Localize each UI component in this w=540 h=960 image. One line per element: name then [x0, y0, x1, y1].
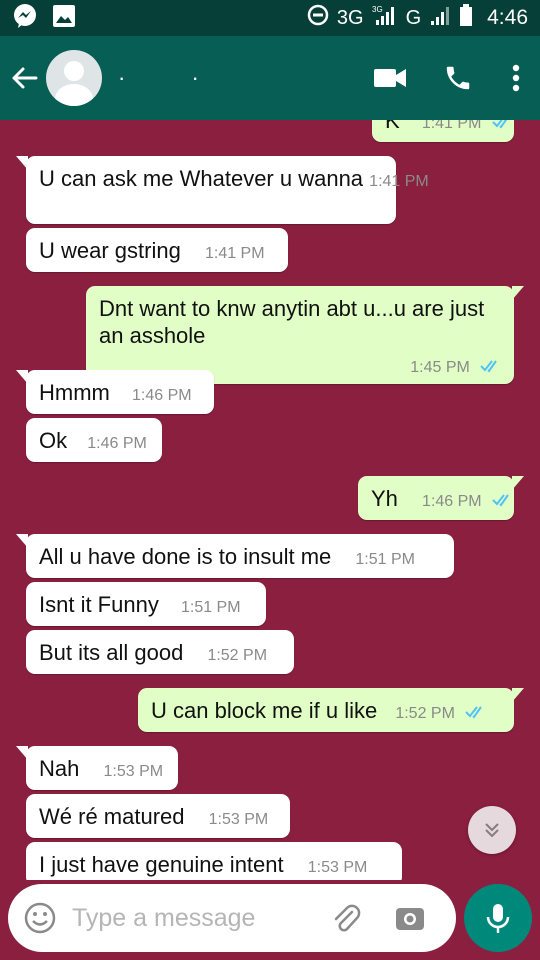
message-text: But its all good [39, 640, 184, 665]
message-in[interactable]: Ok 1:46 PM [26, 418, 162, 462]
message-time: 1:45 PM [410, 359, 470, 376]
message-time: 1:41 PM [204, 245, 265, 262]
message-text: All u have done is to insult me [39, 544, 332, 569]
message-time: 1:53 PM [307, 859, 368, 876]
avatar[interactable] [46, 50, 102, 106]
message-composer [8, 884, 456, 952]
message-text: I just have genuine intent [39, 852, 284, 877]
message-in[interactable]: But its all good 1:52 PM [26, 630, 294, 674]
message-in[interactable]: Nah 1:53 PM [16, 746, 178, 790]
attach-button[interactable] [328, 900, 364, 936]
video-call-button[interactable] [356, 36, 424, 120]
message-time: 1:52 PM [395, 705, 455, 722]
more-options-button[interactable] [492, 36, 540, 120]
messenger-icon [12, 3, 38, 34]
double-check-icon [492, 494, 509, 507]
message-text: Nah [39, 756, 80, 781]
message-text: Dnt want to knw anytin abt u...u are jus… [99, 296, 485, 348]
message-time: 1:53 PM [208, 811, 269, 828]
battery-icon [459, 4, 473, 32]
message-time: 1:51 PM [355, 551, 415, 568]
message-text: Hmmm [39, 380, 110, 405]
back-arrow-icon [12, 67, 38, 89]
voice-message-button[interactable] [464, 884, 532, 952]
network-type-2: G [405, 6, 422, 29]
svg-text:3G: 3G [372, 5, 383, 14]
double-check-icon [491, 120, 507, 129]
message-time: 1:52 PM [207, 647, 268, 664]
chat-header: · · [0, 36, 540, 120]
double-check-icon [465, 706, 482, 719]
clock: 4:46 [487, 6, 528, 29]
message-time: 1:41 PM [421, 120, 482, 132]
message-time: 1:46 PM [132, 387, 192, 404]
double-chevron-down-icon [485, 823, 499, 838]
message-in[interactable]: I just have genuine intent 1:53 PM [26, 842, 402, 880]
message-in[interactable]: U wear gstring 1:41 PM [26, 228, 288, 272]
message-text: Isnt it Funny [39, 592, 159, 617]
paperclip-icon [334, 904, 361, 932]
message-time: 1:46 PM [422, 493, 482, 510]
video-camera-icon [374, 69, 406, 87]
message-out[interactable]: Yh 1:46 PM [358, 476, 524, 520]
message-text: U can ask me Whatever u wanna [39, 166, 364, 191]
contact-name[interactable]: · · [118, 65, 229, 91]
microphone-icon [486, 904, 510, 933]
message-text: K [385, 120, 400, 133]
message-text: Yh [371, 486, 398, 511]
back-button[interactable] [2, 36, 46, 120]
voice-call-button[interactable] [424, 36, 492, 120]
data-saver-icon [307, 4, 329, 32]
emoji-icon [24, 902, 56, 934]
message-input[interactable] [72, 903, 312, 933]
message-in[interactable]: Isnt it Funny 1:51 PM [26, 582, 266, 626]
message-text: U wear gstring [39, 238, 181, 263]
message-time: 1:51 PM [180, 599, 241, 616]
message-out[interactable]: U can block me if u like 1:52 PM [138, 688, 524, 732]
message-in[interactable]: Wé ré matured 1:53 PM [26, 794, 290, 838]
message-text: U can block me if u like [151, 698, 378, 723]
signal-icon: 3G [372, 4, 398, 32]
emoji-button[interactable] [22, 900, 58, 936]
status-bar: 3G 3G G 4:46 [0, 0, 540, 36]
message-time: 1:53 PM [103, 763, 164, 780]
message-in[interactable]: Hmmm 1:46 PM [16, 370, 214, 414]
message-time: 1:46 PM [87, 435, 147, 452]
message-time: 1:41 PM [369, 173, 429, 190]
more-vertical-icon [512, 64, 520, 92]
camera-button[interactable] [392, 900, 428, 936]
double-check-icon [480, 360, 497, 373]
message-text: Wé ré matured [39, 804, 185, 829]
message-in[interactable]: U can ask me Whatever u wanna 1:41 PM [16, 156, 429, 224]
network-type: 3G [336, 6, 364, 29]
gallery-icon [52, 4, 76, 33]
message-list[interactable]: K 1:41 PM U can ask me Whatever u wanna … [0, 120, 540, 880]
phone-icon [446, 66, 470, 90]
message-out[interactable]: K 1:41 PM [372, 120, 514, 142]
message-in[interactable]: All u have done is to insult me 1:51 PM [16, 534, 454, 578]
scroll-to-bottom-button[interactable] [468, 806, 516, 854]
camera-icon [396, 908, 424, 930]
signal-icon-2 [429, 4, 451, 32]
message-text: Ok [39, 428, 68, 453]
